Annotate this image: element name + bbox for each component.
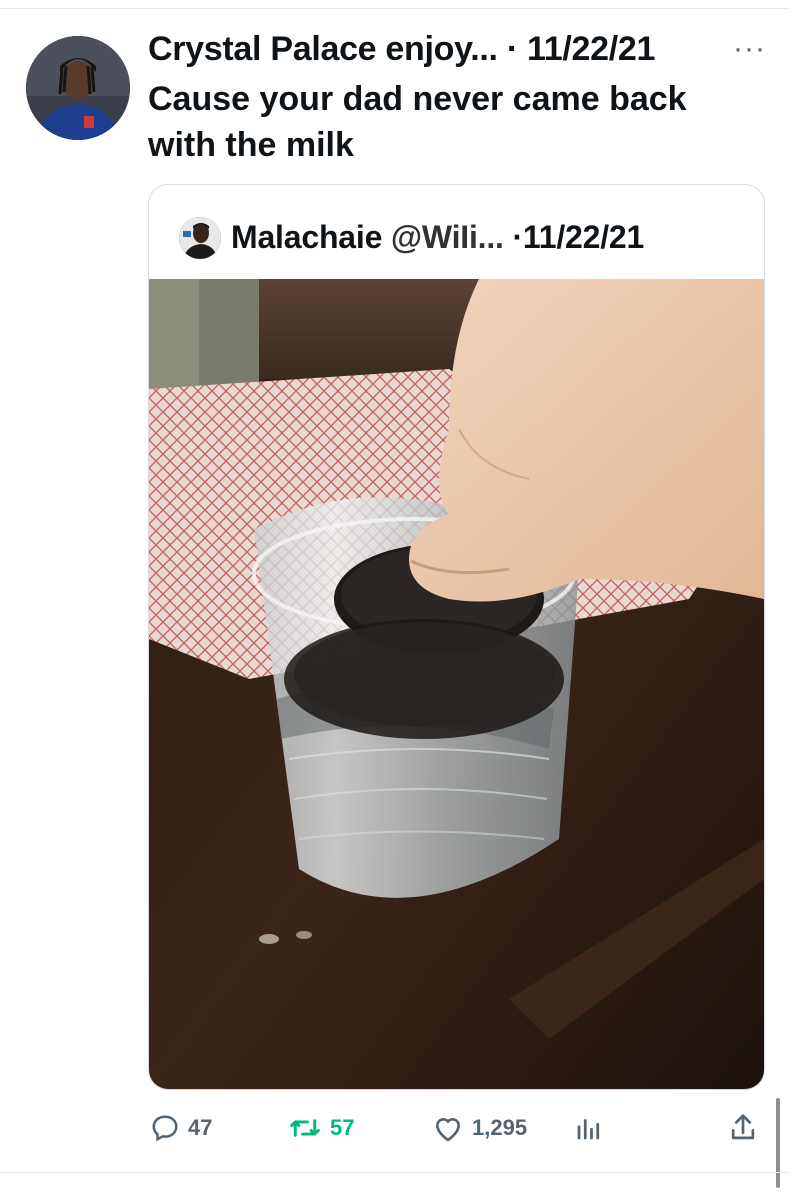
quote-author-handle[interactable]: @WiIi... [391,219,504,255]
like-button[interactable]: 1,295 [432,1106,527,1150]
share-icon [728,1112,758,1144]
views-icon [574,1113,604,1143]
action-bar: 47 57 1,295 [0,1106,789,1156]
quote-header: Malachaie @WiIi... ·11/22/21 [231,219,644,256]
header-separator: · [506,30,518,68]
tweet-text-line: Cause your dad never came back [148,80,687,118]
tweet-header: Crystal Palace enjoy... · 11/22/21 [148,30,655,69]
tweet-text: Cause your dad never came back with the … [148,76,748,168]
top-divider [0,8,789,9]
author-avatar[interactable] [26,36,130,140]
bottom-divider [0,1172,789,1173]
views-button[interactable] [574,1106,604,1150]
reply-icon [150,1113,180,1143]
tweet-date[interactable]: 11/22/21 [527,30,655,68]
tweet-text-line: with the milk [148,126,354,164]
quote-date[interactable]: 11/22/21 [523,219,644,255]
retweet-count: 57 [330,1115,355,1140]
like-count: 1,295 [472,1115,528,1140]
retweet-icon [288,1113,322,1143]
author-name[interactable]: Crystal Palace enjoy... [148,30,498,68]
quote-separator: · [512,219,523,255]
quote-author-name[interactable]: Malachaie [231,219,382,255]
scrollbar-thumb[interactable] [776,1098,780,1188]
quote-author-avatar[interactable] [179,217,221,259]
reply-count: 47 [188,1115,213,1140]
like-icon [432,1113,464,1143]
quoted-tweet[interactable]: Malachaie @WiIi... ·11/22/21 [148,184,765,1090]
retweet-button[interactable]: 57 [288,1106,354,1150]
reply-button[interactable]: 47 [150,1106,212,1150]
share-button[interactable] [728,1106,758,1150]
more-icon[interactable]: ··· [733,32,766,66]
quote-photo[interactable] [149,279,764,1089]
